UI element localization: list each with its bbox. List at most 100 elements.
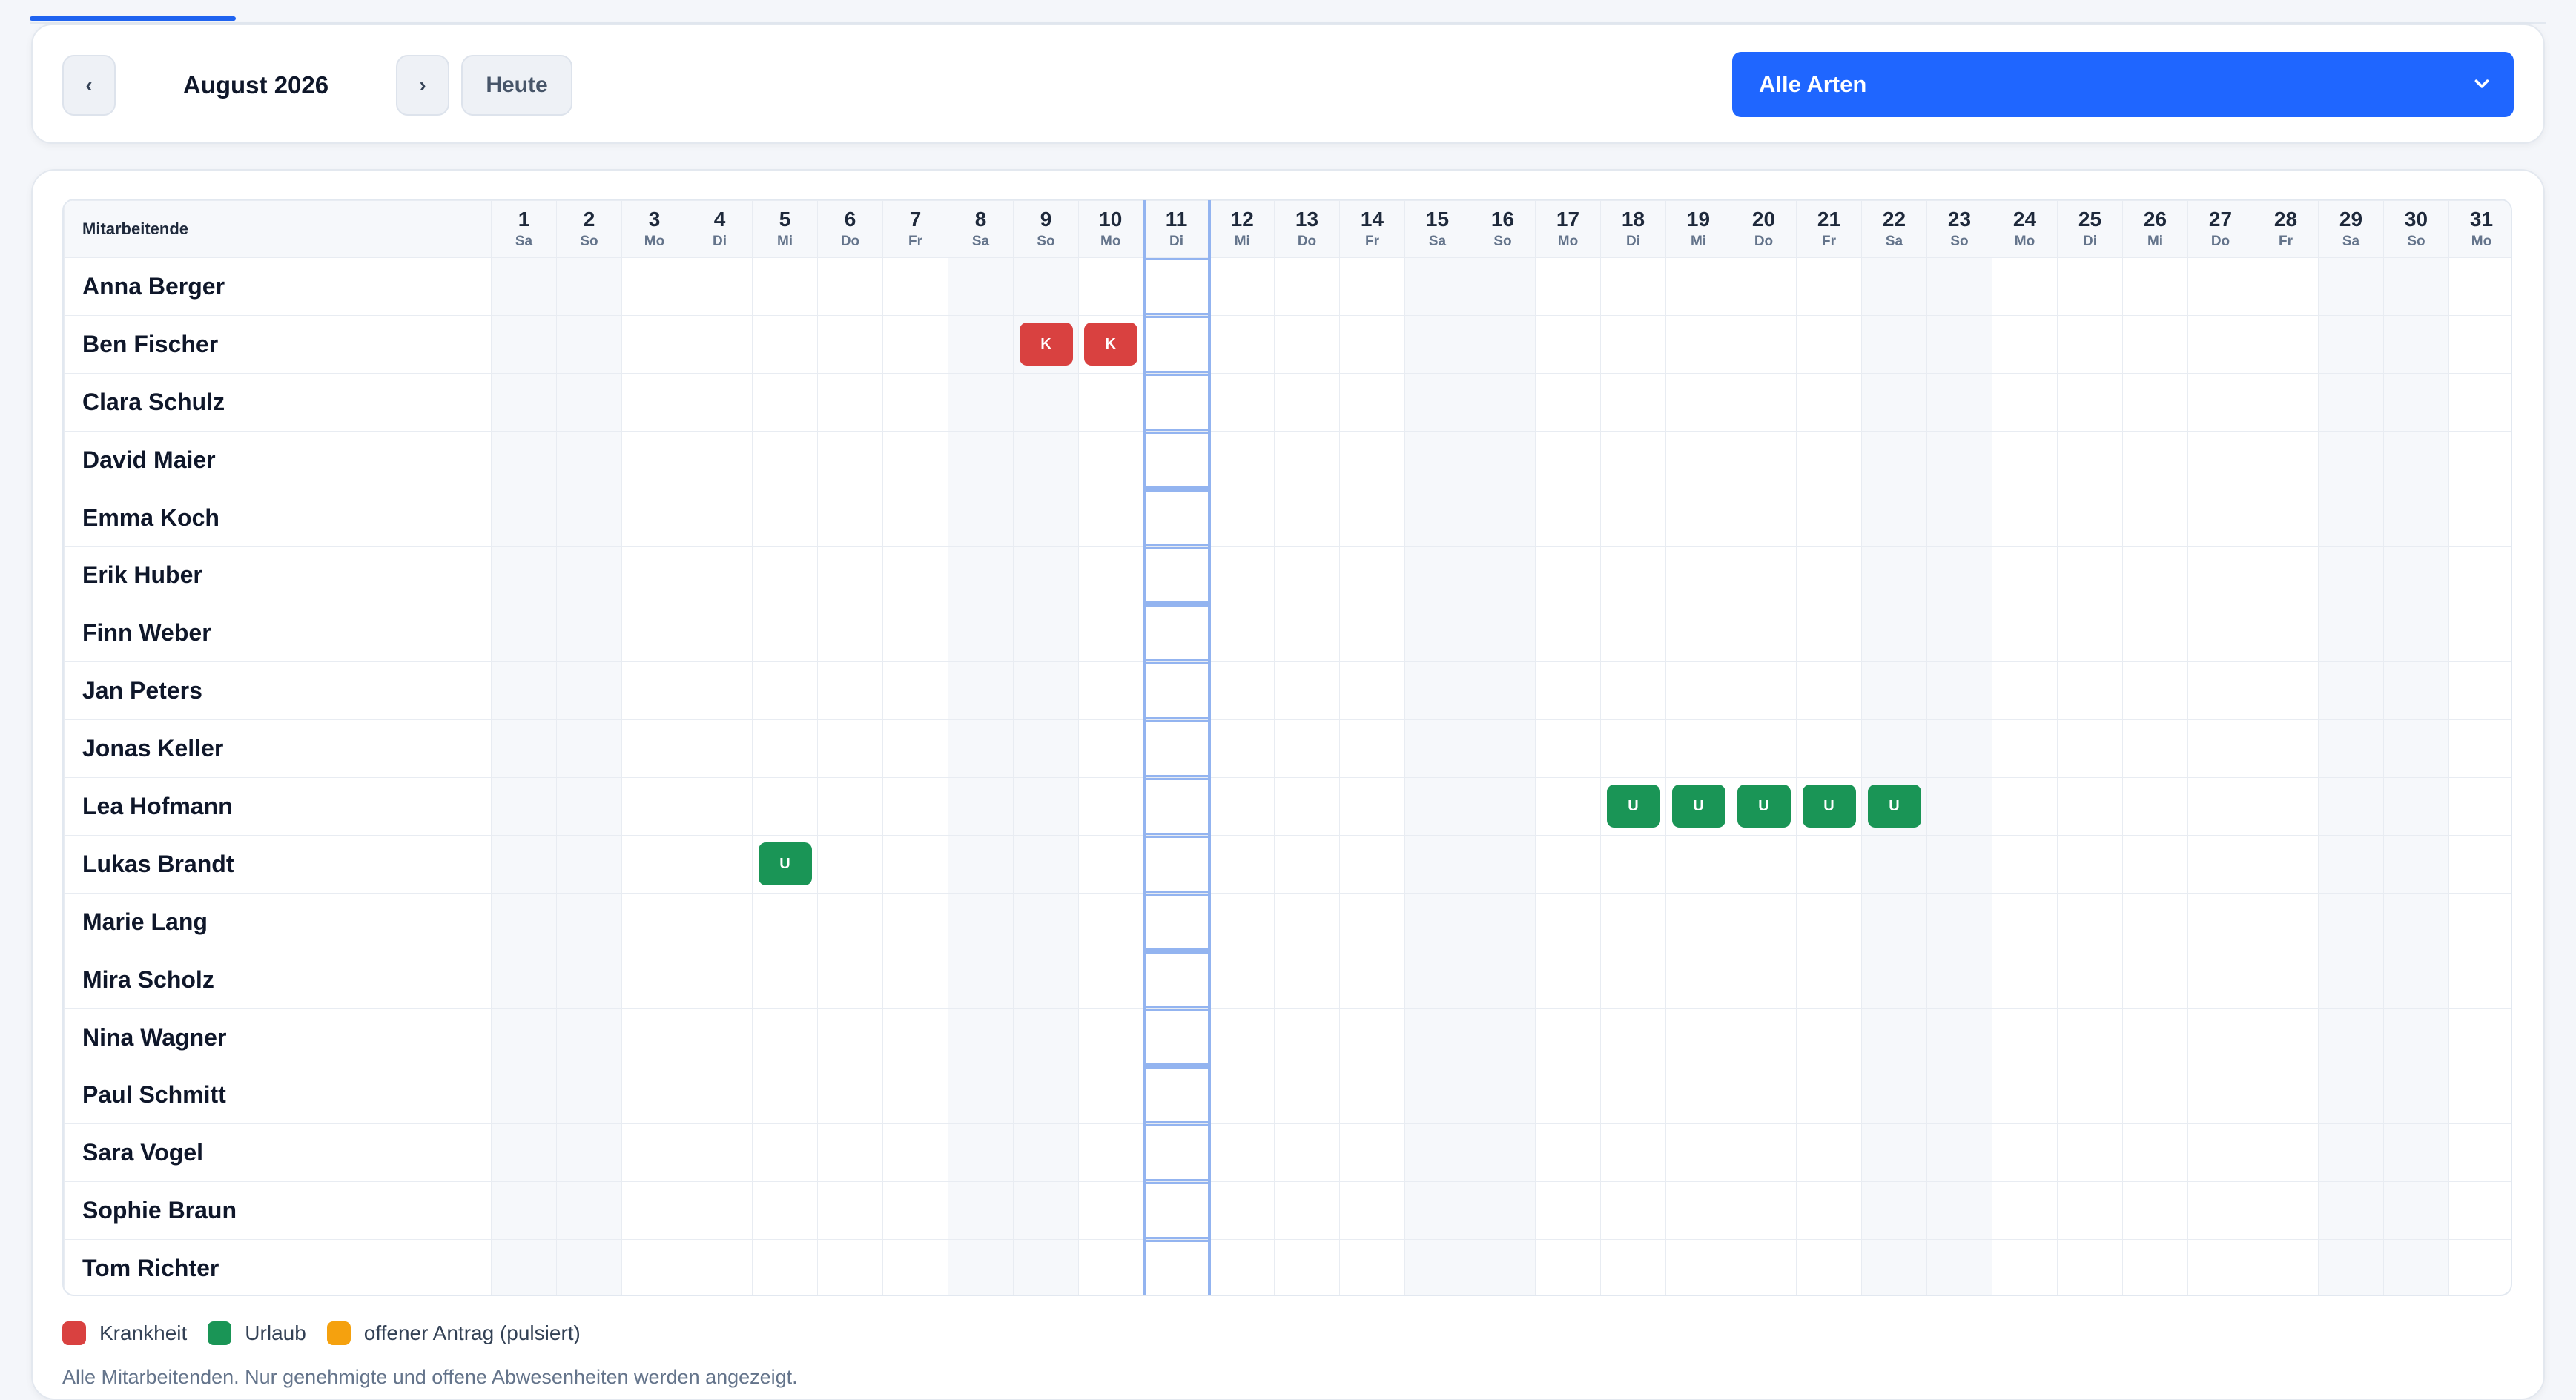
day-cell[interactable] — [817, 777, 883, 836]
day-cell[interactable] — [491, 314, 557, 374]
day-cell[interactable] — [1861, 1123, 1927, 1183]
day-cell[interactable] — [1600, 1123, 1666, 1183]
day-cell[interactable] — [687, 604, 753, 663]
day-cell[interactable] — [1470, 661, 1536, 721]
day-cell[interactable] — [2253, 430, 2319, 489]
day-cell[interactable] — [2318, 604, 2384, 663]
day-cell[interactable] — [2383, 1181, 2449, 1241]
day-cell[interactable] — [621, 372, 687, 432]
day-cell[interactable] — [491, 1066, 557, 1125]
day-cell[interactable] — [1926, 834, 1992, 894]
day-cell[interactable] — [1731, 834, 1797, 894]
day-cell[interactable] — [1665, 1181, 1731, 1241]
day-cell[interactable] — [1404, 950, 1470, 1009]
day-cell[interactable] — [1926, 719, 1992, 779]
day-cell[interactable] — [882, 1066, 948, 1125]
day-cell[interactable] — [1339, 950, 1405, 1009]
day-cell[interactable] — [1142, 257, 1211, 316]
day-cell[interactable] — [1470, 546, 1536, 605]
day-cell[interactable] — [1142, 488, 1211, 547]
day-cell[interactable] — [752, 546, 818, 605]
day-cell[interactable] — [556, 1123, 622, 1183]
day-cell[interactable] — [1535, 546, 1601, 605]
day-cell[interactable] — [1470, 950, 1536, 1009]
day-cell[interactable] — [817, 546, 883, 605]
previous-month-button[interactable]: ‹ — [62, 55, 116, 116]
day-cell[interactable] — [2448, 950, 2511, 1009]
vacation-absence-badge[interactable]: U — [1671, 785, 1725, 828]
day-cell[interactable] — [817, 1239, 883, 1295]
day-cell[interactable] — [1274, 777, 1340, 836]
day-cell[interactable] — [1992, 1066, 2058, 1125]
day-cell[interactable] — [752, 950, 818, 1009]
day-cell[interactable] — [2057, 661, 2123, 721]
day-cell[interactable]: U — [752, 834, 818, 894]
day-cell[interactable] — [556, 719, 622, 779]
day-cell[interactable] — [2318, 1066, 2384, 1125]
day-cell[interactable] — [1078, 546, 1144, 605]
day-cell[interactable] — [1078, 719, 1144, 779]
day-cell[interactable] — [1209, 546, 1275, 605]
day-cell[interactable] — [882, 430, 948, 489]
day-cell[interactable] — [556, 1239, 622, 1295]
day-cell[interactable] — [1470, 257, 1536, 316]
day-cell[interactable] — [1078, 834, 1144, 894]
day-cell[interactable] — [2187, 372, 2253, 432]
day-cell[interactable] — [491, 1008, 557, 1067]
day-cell[interactable] — [752, 1008, 818, 1067]
day-cell[interactable] — [1142, 950, 1211, 1009]
day-cell[interactable] — [1013, 1123, 1079, 1183]
day-cell[interactable] — [1926, 777, 1992, 836]
day-cell[interactable] — [1142, 834, 1211, 894]
day-cell[interactable] — [491, 661, 557, 721]
day-cell[interactable] — [1142, 546, 1211, 605]
day-cell[interactable] — [1861, 834, 1927, 894]
day-cell[interactable] — [1600, 834, 1666, 894]
day-cell[interactable] — [687, 372, 753, 432]
day-cell[interactable] — [1861, 892, 1927, 951]
day-cell[interactable] — [948, 1123, 1014, 1183]
day-cell[interactable] — [2187, 661, 2253, 721]
day-cell[interactable] — [2318, 1181, 2384, 1241]
day-cell[interactable] — [1339, 430, 1405, 489]
day-cell[interactable] — [1470, 1239, 1536, 1295]
day-cell[interactable] — [1209, 1181, 1275, 1241]
day-cell[interactable] — [2122, 372, 2188, 432]
day-cell[interactable] — [752, 1123, 818, 1183]
day-cell[interactable] — [1992, 1008, 2058, 1067]
day-cell[interactable] — [2187, 777, 2253, 836]
day-cell[interactable] — [1992, 950, 2058, 1009]
day-cell[interactable] — [556, 430, 622, 489]
day-cell[interactable] — [2122, 1066, 2188, 1125]
day-cell[interactable] — [1274, 834, 1340, 894]
day-cell[interactable] — [1470, 314, 1536, 374]
day-cell[interactable] — [882, 314, 948, 374]
day-cell[interactable] — [1535, 1066, 1601, 1125]
day-cell[interactable] — [2122, 604, 2188, 663]
today-button[interactable]: Heute — [461, 55, 572, 116]
day-cell[interactable] — [1665, 430, 1731, 489]
day-cell[interactable] — [1013, 777, 1079, 836]
day-cell[interactable] — [1665, 661, 1731, 721]
day-cell[interactable] — [1535, 1239, 1601, 1295]
day-cell[interactable] — [1209, 1066, 1275, 1125]
day-cell[interactable] — [2122, 488, 2188, 547]
day-cell[interactable] — [1013, 604, 1079, 663]
day-cell[interactable] — [2122, 1181, 2188, 1241]
day-cell[interactable] — [556, 257, 622, 316]
day-cell[interactable] — [1731, 430, 1797, 489]
day-cell[interactable] — [882, 488, 948, 547]
day-cell[interactable] — [1404, 661, 1470, 721]
day-cell[interactable] — [2057, 777, 2123, 836]
day-cell[interactable] — [1926, 1239, 1992, 1295]
day-cell[interactable] — [752, 1066, 818, 1125]
day-cell[interactable] — [2383, 430, 2449, 489]
day-cell[interactable] — [2448, 719, 2511, 779]
day-cell[interactable] — [1926, 604, 1992, 663]
day-cell[interactable] — [2187, 546, 2253, 605]
day-cell[interactable] — [1992, 719, 2058, 779]
day-cell[interactable] — [2318, 661, 2384, 721]
day-cell[interactable] — [1339, 719, 1405, 779]
day-cell[interactable] — [817, 1008, 883, 1067]
day-cell[interactable] — [2383, 257, 2449, 316]
